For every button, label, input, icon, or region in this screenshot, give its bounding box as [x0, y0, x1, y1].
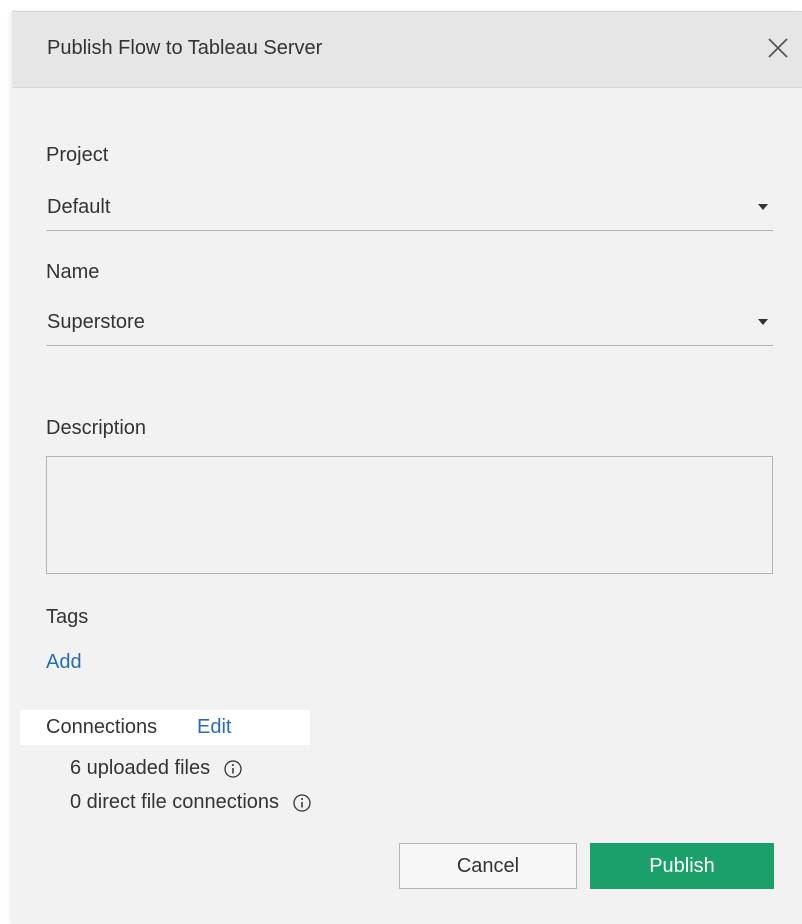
- name-label: Name: [46, 261, 100, 283]
- add-tag-link[interactable]: Add: [46, 651, 82, 674]
- tags-label: Tags: [46, 606, 89, 628]
- direct-connections-text: 0 direct file connections: [70, 791, 280, 813]
- project-value: Default: [47, 196, 111, 218]
- name-value: Superstore: [47, 311, 145, 333]
- edit-connections-link[interactable]: Edit: [197, 716, 231, 739]
- close-icon-glyph: [768, 38, 788, 58]
- uploaded-files-row: 6 uploaded files: [70, 757, 242, 780]
- info-icon[interactable]: [293, 793, 311, 812]
- dialog-title: Publish Flow to Tableau Server: [47, 37, 323, 59]
- publish-button[interactable]: Publish: [590, 843, 774, 889]
- chevron-down-icon: [758, 319, 768, 325]
- connections-label: Connections: [46, 716, 158, 738]
- description-label: Description: [46, 417, 147, 439]
- project-select[interactable]: Default: [46, 190, 773, 231]
- project-label: Project: [46, 144, 109, 166]
- direct-connections-row: 0 direct file connections: [70, 791, 311, 814]
- description-textarea[interactable]: [46, 456, 773, 574]
- chevron-down-icon: [758, 204, 768, 210]
- dialog-titlebar: Publish Flow to Tableau Server: [12, 12, 802, 88]
- info-icon-glyph: [293, 793, 311, 812]
- uploaded-files-text: 6 uploaded files: [70, 757, 211, 779]
- publish-flow-dialog: Publish Flow to Tableau Server Project D…: [12, 11, 802, 924]
- name-select[interactable]: Superstore: [46, 305, 773, 346]
- close-icon[interactable]: [764, 34, 792, 62]
- cancel-button[interactable]: Cancel: [399, 843, 577, 889]
- info-icon-glyph: [224, 759, 242, 778]
- info-icon[interactable]: [224, 759, 242, 778]
